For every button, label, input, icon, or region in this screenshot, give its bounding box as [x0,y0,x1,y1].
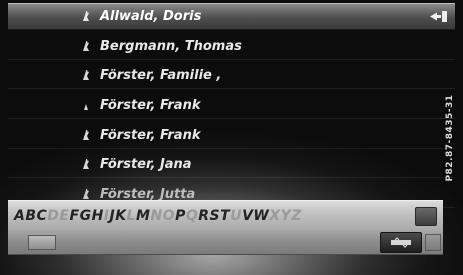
contact-name: Förster, Familie , [100,68,222,84]
ok-button[interactable] [380,232,422,253]
letter-key-p[interactable]: P [175,201,186,231]
letter-key-l: L [126,208,137,224]
letter-key-y: Y [280,208,292,224]
contact-list: Allwald, Doris Bergmann, Thomas Förster,… [8,3,455,212]
letter-key-n: N [150,208,163,224]
contact-person-icon [83,70,89,81]
contact-name: Förster, Frank [100,98,201,114]
letter-key-z: Z [291,208,302,224]
letter-key-r[interactable]: R [198,201,209,231]
contact-person-icon [83,159,89,170]
letter-key-w[interactable]: W [253,201,269,231]
letter-key-b[interactable]: B [25,201,36,231]
contact-row[interactable]: Förster, Familie , [8,63,455,90]
contact-row[interactable]: Förster, Frank [8,93,455,120]
letter-key-v[interactable]: V [242,201,253,231]
phonebook-screen: Allwald, Doris Bergmann, Thomas Förster,… [0,0,463,275]
contact-name: Förster, Frank [100,127,201,143]
contact-person-icon [83,129,89,140]
contact-row[interactable]: Förster, Jana [8,152,455,179]
letter-key-f[interactable]: F [70,201,80,231]
contact-name: Förster, Jana [100,157,192,173]
ok-icon [391,237,411,248]
contact-name: Bergmann, Thomas [100,38,242,54]
letter-key-d: D [47,208,60,224]
letter-key-k[interactable]: K [115,201,126,231]
letter-key-t[interactable]: T [220,201,230,231]
letter-key-q: Q [185,208,199,224]
letter-key-s[interactable]: S [210,201,221,231]
reference-code: P82.87-8435-31 [438,0,462,275]
back-button[interactable] [28,235,56,250]
contact-name: Allwald, Doris [100,9,202,24]
letter-key-m[interactable]: M [136,201,150,231]
letter-keyboard: ABCDEFGHIJKLMNOPQRSTUVWXYZ [8,200,443,232]
letter-key-h[interactable]: H [92,201,104,231]
letter-key-g[interactable]: G [80,201,92,231]
contact-row[interactable]: Allwald, Doris [8,3,455,30]
contact-person-icon [83,11,89,21]
contact-row[interactable]: Bergmann, Thomas [8,34,455,60]
contact-row[interactable]: Förster, Frank [8,123,455,149]
letter-key-c[interactable]: C [37,201,48,231]
bottom-bar [8,230,443,255]
reference-code-text: P82.87-8435-31 [445,93,455,182]
contact-person-icon [83,40,89,51]
letter-key-o: O [162,208,176,224]
letter-key-a[interactable]: A [14,201,25,231]
letter-key-u: U [230,208,243,224]
letter-strip: ABCDEFGHIJKLMNOPQRSTUVWXYZ [14,201,302,231]
contact-person-icon [84,104,88,111]
keyboard-toggle-button[interactable] [415,207,437,226]
letter-key-x: X [269,208,281,224]
letter-key-e: E [59,208,70,224]
